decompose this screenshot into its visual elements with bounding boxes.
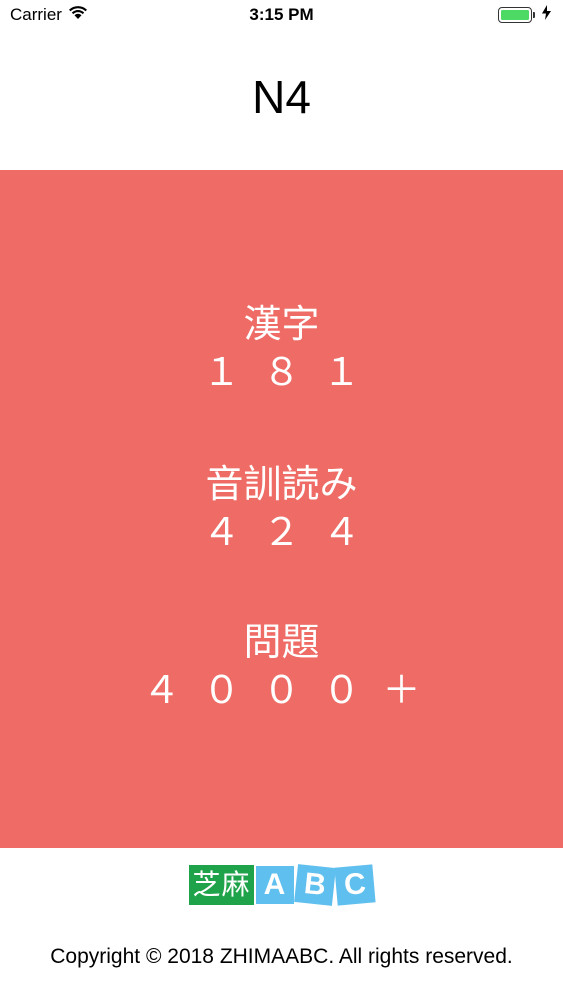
zhimaabc-logo: 芝麻 A B C bbox=[0, 864, 563, 906]
status-bar: Carrier 3:15 PM bbox=[0, 0, 563, 30]
logo-chinese-text: 芝麻 bbox=[189, 865, 254, 905]
stat-label: 漢字 bbox=[243, 302, 320, 346]
stat-questions: 問題 ４０００＋ bbox=[0, 618, 563, 714]
battery-fill bbox=[501, 10, 529, 20]
stat-value: ４０００＋ bbox=[142, 668, 443, 712]
copyright-text: Copyright © 2018 ZHIMAABC. All rights re… bbox=[50, 945, 513, 968]
charging-icon bbox=[542, 5, 551, 25]
battery-icon bbox=[498, 7, 535, 23]
level-summary-panel: 漢字 １８１ 音訓読み ４２４ 問題 ４０００＋ bbox=[0, 170, 563, 848]
carrier-label: Carrier bbox=[10, 5, 62, 24]
logo-abc-letters: A B C bbox=[254, 864, 376, 906]
status-left: Carrier bbox=[10, 5, 88, 25]
logo-letter-b: B bbox=[293, 864, 336, 906]
stat-label: 音訓読み bbox=[205, 462, 358, 506]
stat-readings: 音訓読み ４２４ bbox=[0, 460, 563, 556]
stat-value: １８１ bbox=[202, 350, 383, 394]
wifi-icon bbox=[68, 5, 88, 25]
stat-kanji: 漢字 １８１ bbox=[0, 300, 563, 396]
app-screen: Carrier 3:15 PM N4 漢字 １８１ 音訓読み ４２４ 問題 ４０… bbox=[0, 0, 563, 1000]
logo-letter-c: C bbox=[333, 864, 376, 906]
status-right bbox=[498, 5, 551, 25]
stat-label: 問題 bbox=[243, 620, 320, 664]
stat-value: ４２４ bbox=[202, 510, 383, 554]
logo-letter-a: A bbox=[255, 866, 294, 904]
page-title: N4 bbox=[252, 71, 311, 123]
